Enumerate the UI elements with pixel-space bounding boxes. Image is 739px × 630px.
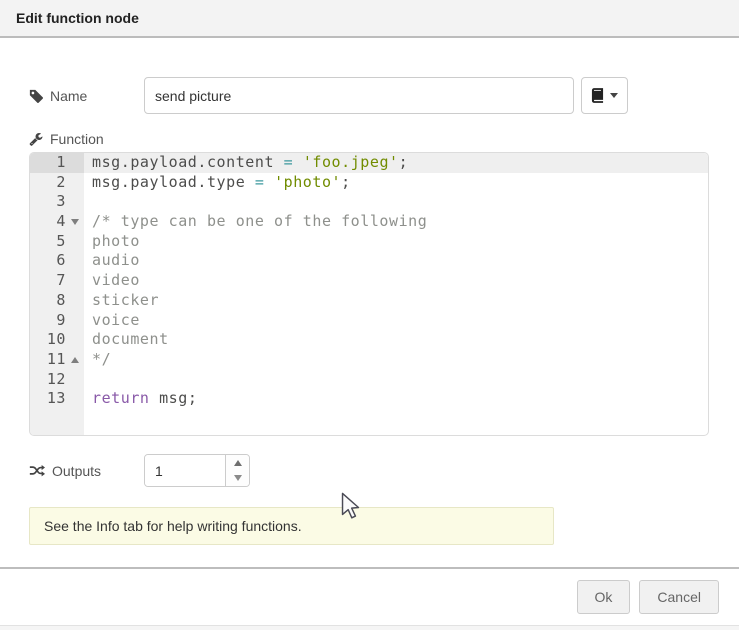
line-number: 4 <box>30 212 66 232</box>
shuffle-icon <box>29 464 45 477</box>
code-line[interactable]: 9 voice <box>30 311 708 331</box>
code-line[interactable]: 12 <box>30 370 708 390</box>
code-line[interactable]: 3 <box>30 192 708 212</box>
code-text: return msg; <box>84 389 708 409</box>
gutter-cell[interactable]: 13 <box>30 389 84 409</box>
tag-icon <box>29 89 43 103</box>
code-line[interactable]: 7 video <box>30 271 708 291</box>
code-line[interactable]: 4 /* type can be one of the following <box>30 212 708 232</box>
code-line[interactable]: 11 */ <box>30 350 708 370</box>
library-button[interactable] <box>581 77 628 114</box>
info-tip-text: See the Info tab for help writing functi… <box>44 518 302 534</box>
name-label: Name <box>29 88 144 104</box>
line-number: 1 <box>30 153 66 173</box>
caret-down-icon <box>610 93 618 98</box>
line-number: 13 <box>30 389 66 409</box>
dialog-header: Edit function node <box>0 0 739 38</box>
bottom-strip <box>0 625 739 630</box>
fold-open-icon <box>71 219 79 225</box>
code-line[interactable]: 5 photo <box>30 232 708 252</box>
code-text <box>84 192 708 212</box>
gutter-cell[interactable]: 1 <box>30 153 84 173</box>
gutter-cell[interactable]: 2 <box>30 173 84 193</box>
dialog-body: Name Function 1 msg.payload.content = 'fo… <box>0 38 739 545</box>
code-line[interactable]: 10 document <box>30 330 708 350</box>
code-text: voice <box>84 311 708 331</box>
code-text: msg.payload.type = 'photo'; <box>84 173 708 193</box>
spinner-down-icon <box>234 475 242 481</box>
code-line[interactable]: 8 sticker <box>30 291 708 311</box>
gutter-cell[interactable]: 7 <box>30 271 84 291</box>
gutter-cell[interactable]: 9 <box>30 311 84 331</box>
dialog-footer: Ok Cancel <box>0 567 739 625</box>
code-text: audio <box>84 251 708 271</box>
outputs-spinner <box>144 454 250 487</box>
spinner-down-button[interactable] <box>226 471 249 487</box>
gutter-cell[interactable]: 3 <box>30 192 84 212</box>
outputs-row: Outputs <box>29 454 710 487</box>
code-line[interactable]: 2 msg.payload.type = 'photo'; <box>30 173 708 193</box>
line-number: 5 <box>30 232 66 252</box>
spinner-up-button[interactable] <box>226 455 249 471</box>
gutter-cell[interactable]: 10 <box>30 330 84 350</box>
code-text: sticker <box>84 291 708 311</box>
code-text: photo <box>84 232 708 252</box>
ok-button[interactable]: Ok <box>577 580 631 614</box>
function-label-text: Function <box>50 131 104 147</box>
function-section-label: Function <box>29 131 710 147</box>
line-number: 7 <box>30 271 66 291</box>
code-text: */ <box>84 350 708 370</box>
code-text: document <box>84 330 708 350</box>
function-label: Function <box>29 131 144 147</box>
code-text: /* type can be one of the following <box>84 212 708 232</box>
info-tip: See the Info tab for help writing functi… <box>29 507 554 545</box>
line-number: 12 <box>30 370 66 390</box>
book-icon <box>591 88 604 103</box>
name-label-text: Name <box>50 88 87 104</box>
outputs-label-text: Outputs <box>52 463 101 479</box>
gutter-cell[interactable]: 6 <box>30 251 84 271</box>
outputs-label: Outputs <box>29 463 144 479</box>
dialog-title: Edit function node <box>16 10 139 26</box>
line-number: 10 <box>30 330 66 350</box>
gutter-cell[interactable]: 5 <box>30 232 84 252</box>
gutter-cell[interactable]: 11 <box>30 350 84 370</box>
line-number: 3 <box>30 192 66 212</box>
code-line[interactable]: 6 audio <box>30 251 708 271</box>
name-row: Name <box>29 77 710 114</box>
editor-lines: 1 msg.payload.content = 'foo.jpeg'; 2 msg.p… <box>30 153 708 409</box>
name-input[interactable] <box>144 77 574 114</box>
code-text: video <box>84 271 708 291</box>
spinner-up-icon <box>234 460 242 466</box>
gutter-cell[interactable]: 12 <box>30 370 84 390</box>
gutter-cell[interactable]: 8 <box>30 291 84 311</box>
code-text <box>84 370 708 390</box>
fold-widget-icon[interactable] <box>66 357 84 363</box>
code-editor[interactable]: 1 msg.payload.content = 'foo.jpeg'; 2 msg.p… <box>29 152 709 436</box>
cancel-button[interactable]: Cancel <box>639 580 719 614</box>
code-text: msg.payload.content = 'foo.jpeg'; <box>84 153 708 173</box>
wrench-icon <box>29 132 43 146</box>
spinner-buttons <box>225 455 249 486</box>
line-number: 6 <box>30 251 66 271</box>
gutter-cell[interactable]: 4 <box>30 212 84 232</box>
line-number: 2 <box>30 173 66 193</box>
fold-close-icon <box>71 357 79 363</box>
fold-widget-icon[interactable] <box>66 219 84 225</box>
outputs-input[interactable] <box>145 455 225 486</box>
code-line[interactable]: 1 msg.payload.content = 'foo.jpeg'; <box>30 153 708 173</box>
line-number: 11 <box>30 350 66 370</box>
line-number: 8 <box>30 291 66 311</box>
line-number: 9 <box>30 311 66 331</box>
code-line[interactable]: 13 return msg; <box>30 389 708 409</box>
